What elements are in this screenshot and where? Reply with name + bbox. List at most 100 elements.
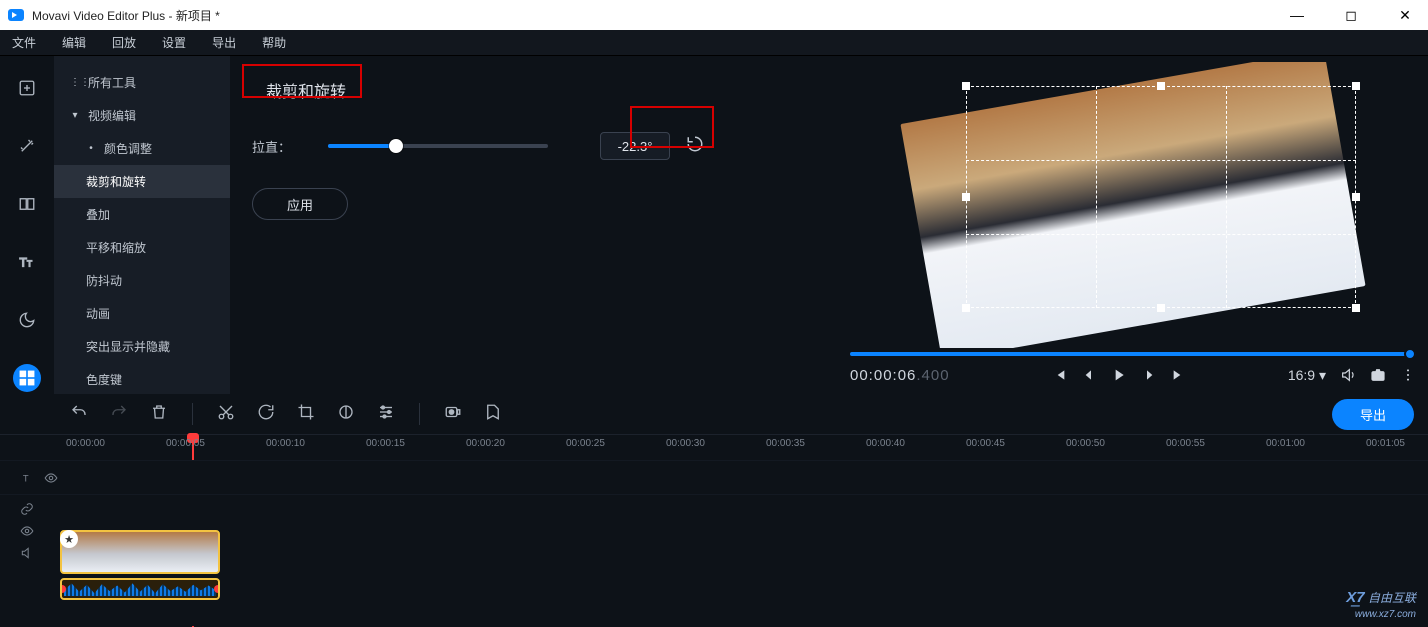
app-logo-icon bbox=[8, 9, 24, 21]
crop-rect[interactable] bbox=[966, 86, 1356, 308]
ruler-tick: 00:00:15 bbox=[366, 438, 405, 449]
more-icon[interactable] bbox=[1400, 367, 1416, 383]
ruler-tick: 00:00:35 bbox=[766, 438, 805, 449]
menubar: 文件 编辑 回放 设置 导出 帮助 bbox=[0, 30, 1428, 56]
eye-icon[interactable] bbox=[44, 471, 58, 485]
record-icon[interactable] bbox=[444, 403, 462, 426]
crop-handle[interactable] bbox=[962, 304, 970, 312]
menu-help[interactable]: 帮助 bbox=[262, 34, 286, 51]
sidebar-item-panzoom[interactable]: 平移和缩放 bbox=[54, 231, 230, 264]
crop-handle[interactable] bbox=[1157, 304, 1165, 312]
ruler-tick: 00:00:10 bbox=[266, 438, 305, 449]
preview-canvas[interactable] bbox=[850, 62, 1416, 348]
sidebar-item-animation[interactable]: 动画 bbox=[54, 297, 230, 330]
undo-icon[interactable] bbox=[70, 403, 88, 426]
sidebar-item-label: 突出显示并隐藏 bbox=[86, 338, 170, 355]
ruler-tick: 00:01:05 bbox=[1366, 438, 1405, 449]
apply-button[interactable]: 应用 bbox=[252, 188, 348, 220]
adjust-icon[interactable] bbox=[377, 403, 395, 426]
ruler-tick: 00:00:05 bbox=[166, 438, 205, 449]
eye-icon[interactable] bbox=[20, 524, 34, 538]
maximize-button[interactable]: ◻ bbox=[1328, 0, 1374, 30]
sidebar-item-label: 颜色调整 bbox=[104, 140, 152, 157]
text-icon[interactable]: TT bbox=[13, 248, 41, 276]
link-icon[interactable] bbox=[20, 502, 34, 516]
clip-area: ★ bbox=[60, 530, 220, 600]
ruler-tick: 00:00:00 bbox=[66, 438, 105, 449]
angle-value[interactable]: -22.3° bbox=[600, 132, 670, 160]
volume-icon[interactable] bbox=[1340, 367, 1356, 383]
sidebar-item-label: 裁剪和旋转 bbox=[86, 173, 146, 190]
video-clip[interactable]: ★ bbox=[60, 530, 220, 574]
menu-export[interactable]: 导出 bbox=[212, 34, 236, 51]
svg-text:T: T bbox=[27, 260, 32, 269]
step-back-icon[interactable] bbox=[1081, 367, 1097, 383]
import-icon[interactable] bbox=[13, 74, 41, 102]
sidebar-item-color[interactable]: •颜色调整 bbox=[54, 132, 230, 165]
cut-icon[interactable] bbox=[217, 403, 235, 426]
sidebar-item-label: 动画 bbox=[86, 305, 110, 322]
crop-gridline bbox=[966, 160, 1356, 161]
preview-progress[interactable] bbox=[850, 352, 1416, 356]
ruler-tick: 00:00:55 bbox=[1166, 438, 1205, 449]
crop-handle[interactable] bbox=[962, 82, 970, 90]
sidebar-item-highlight[interactable]: 突出显示并隐藏 bbox=[54, 330, 230, 363]
sidebar-item-all-tools[interactable]: ⋮⋮所有工具 bbox=[54, 66, 230, 99]
redo-icon[interactable] bbox=[110, 403, 128, 426]
prev-clip-icon[interactable] bbox=[1051, 367, 1067, 383]
snapshot-icon[interactable] bbox=[1370, 367, 1386, 383]
speaker-icon[interactable] bbox=[20, 546, 34, 560]
menu-settings[interactable]: 设置 bbox=[162, 34, 186, 51]
moon-icon[interactable] bbox=[13, 306, 41, 334]
ruler-tick: 00:00:50 bbox=[1066, 438, 1105, 449]
transition-icon[interactable] bbox=[13, 190, 41, 218]
sidebar-item-stabilize[interactable]: 防抖动 bbox=[54, 264, 230, 297]
color-icon[interactable] bbox=[337, 403, 355, 426]
rotate-icon[interactable] bbox=[257, 403, 275, 426]
ruler-tick: 00:00:25 bbox=[566, 438, 605, 449]
close-button[interactable]: ✕ bbox=[1382, 0, 1428, 30]
sidebar-item-overlay[interactable]: 叠加 bbox=[54, 198, 230, 231]
crop-gridline bbox=[1226, 86, 1227, 308]
sidebar-item-label: 防抖动 bbox=[86, 272, 122, 289]
grid-icon[interactable] bbox=[13, 364, 41, 392]
timeline-ruler[interactable]: 00:00:00 00:00:05 00:00:10 00:00:15 00:00:20… bbox=[0, 434, 1428, 460]
aspect-ratio[interactable]: 16:9 ▾ bbox=[1288, 367, 1326, 384]
export-button[interactable]: 导出 bbox=[1332, 399, 1414, 430]
crop-handle[interactable] bbox=[1352, 82, 1360, 90]
marker-icon[interactable] bbox=[484, 403, 502, 426]
menu-file[interactable]: 文件 bbox=[12, 34, 36, 51]
crop-gridline bbox=[966, 234, 1356, 235]
track-text[interactable]: T bbox=[0, 460, 1428, 494]
menu-playback[interactable]: 回放 bbox=[112, 34, 136, 51]
minimize-button[interactable]: — bbox=[1274, 0, 1320, 30]
crop-handle[interactable] bbox=[962, 193, 970, 201]
next-clip-icon[interactable] bbox=[1171, 367, 1187, 383]
ruler-tick: 00:00:40 bbox=[866, 438, 905, 449]
crop-handle[interactable] bbox=[1157, 82, 1165, 90]
progress-thumb[interactable] bbox=[1404, 348, 1416, 360]
sidebar-item-label: 色度键 bbox=[86, 371, 122, 388]
slider-thumb[interactable] bbox=[389, 139, 403, 153]
sidebar-item-crop-rotate[interactable]: 裁剪和旋转 bbox=[54, 165, 230, 198]
crop-handle[interactable] bbox=[1352, 304, 1360, 312]
sidebar-item-video-edit[interactable]: ▾视频编辑 bbox=[54, 99, 230, 132]
sidebar-item-label: 视频编辑 bbox=[88, 107, 136, 124]
crop-gridline bbox=[1096, 86, 1097, 308]
sidebar: ⋮⋮所有工具 ▾视频编辑 •颜色调整 裁剪和旋转 叠加 平移和缩放 防抖动 动画… bbox=[54, 56, 230, 394]
sidebar-item-chroma[interactable]: 色度键 bbox=[54, 363, 230, 396]
play-icon[interactable] bbox=[1111, 367, 1127, 383]
crop-handle[interactable] bbox=[1352, 193, 1360, 201]
ruler-tick: 00:00:20 bbox=[466, 438, 505, 449]
magic-icon[interactable] bbox=[13, 132, 41, 160]
straighten-slider[interactable] bbox=[328, 144, 548, 148]
crop-icon[interactable] bbox=[297, 403, 315, 426]
menu-edit[interactable]: 编辑 bbox=[62, 34, 86, 51]
preview-panel: 00:00:06.400 16:9 ▾ bbox=[838, 56, 1428, 394]
ruler-tick: 00:01:00 bbox=[1266, 438, 1305, 449]
reset-icon[interactable] bbox=[686, 135, 704, 158]
delete-icon[interactable] bbox=[150, 403, 168, 426]
window-title: Movavi Video Editor Plus - 新项目 * bbox=[32, 7, 220, 24]
step-fwd-icon[interactable] bbox=[1141, 367, 1157, 383]
audio-clip[interactable] bbox=[60, 578, 220, 600]
